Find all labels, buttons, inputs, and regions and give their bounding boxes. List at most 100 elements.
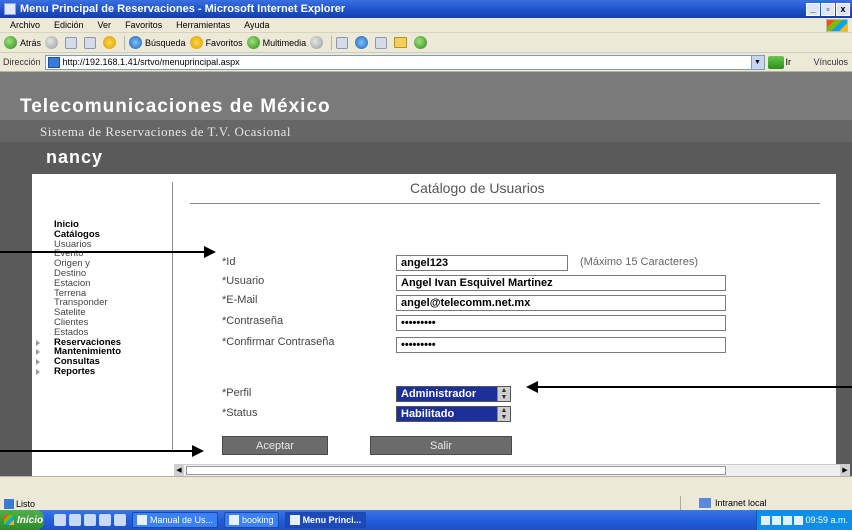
folder-icon: [229, 515, 240, 525]
scroll-thumb[interactable]: [186, 466, 726, 475]
left-frame-strip: [0, 174, 32, 476]
quick-launch-media-icon[interactable]: [84, 514, 96, 526]
favorites-label: Favoritos: [205, 37, 243, 48]
start-label: Inicio: [17, 514, 44, 526]
menu-favoritos[interactable]: Favoritos: [121, 20, 166, 30]
messenger-icon: [414, 36, 428, 49]
id-label: *Id: [222, 256, 236, 268]
browser-toolbar: Atrás Búsqueda Favoritos Multimedia: [0, 33, 852, 53]
edit-icon: [375, 36, 388, 49]
header-banner: Telecomunicaciones de México: [0, 72, 852, 120]
history-button[interactable]: [310, 36, 326, 49]
refresh-button[interactable]: [84, 36, 99, 49]
usuario-input[interactable]: Angel Ivan Esquivel Martinez: [396, 275, 726, 291]
windows-logo-icon: [826, 18, 848, 32]
favorites-button[interactable]: Favoritos: [189, 36, 243, 49]
email-input[interactable]: angel@telecomm.net.mx: [396, 295, 726, 311]
perfil-select[interactable]: Administrador ▲ ▼: [396, 386, 511, 402]
stop-button[interactable]: [65, 36, 80, 49]
links-label[interactable]: Vínculos: [813, 57, 848, 67]
folder-button[interactable]: [394, 37, 410, 48]
mail-button[interactable]: [336, 36, 351, 49]
page-done-icon: [4, 499, 14, 509]
tray-volume-icon[interactable]: [772, 515, 782, 525]
quick-launch-folder-icon[interactable]: [114, 514, 126, 526]
favorites-star-icon: [189, 36, 203, 49]
close-button[interactable]: x: [836, 2, 850, 16]
mail-icon: [336, 36, 349, 49]
taskbar-item-manual[interactable]: Manual de Us...: [132, 512, 219, 528]
menu-ver[interactable]: Ver: [94, 20, 116, 30]
menu-edicion[interactable]: Edición: [50, 20, 88, 30]
header-user-bar: nancy: [0, 142, 852, 174]
multimedia-button[interactable]: Multimedia: [246, 36, 307, 49]
home-icon: [103, 36, 117, 49]
address-dropdown-icon[interactable]: ▼: [750, 55, 764, 69]
horizontal-scrollbar[interactable]: ◀ ▶: [174, 464, 850, 476]
forward-button[interactable]: [45, 36, 61, 49]
word-doc-icon: [137, 515, 147, 525]
refresh-icon: [84, 36, 97, 49]
password-input[interactable]: •••••••••: [396, 315, 726, 331]
print-button[interactable]: [355, 36, 371, 49]
system-subtitle: Sistema de Reservaciones de T.V. Ocasion…: [40, 124, 291, 139]
go-button[interactable]: Ir: [767, 55, 791, 69]
email-label: *E-Mail: [222, 294, 258, 306]
task-label: Manual de Us...: [150, 515, 214, 525]
messenger-button[interactable]: [414, 36, 430, 49]
taskbar-item-menu-principal[interactable]: Menu Princi...: [284, 512, 367, 528]
id-max-length-hint: (Máximo 15 Caracteres): [580, 256, 698, 268]
confirm-password-input[interactable]: •••••••••: [396, 337, 726, 353]
back-button[interactable]: Atrás: [4, 36, 41, 49]
quick-launch: [54, 514, 126, 526]
status-select[interactable]: Habilitado ▲ ▼: [396, 406, 511, 422]
window-title: Menu Principal de Reservaciones - Micros…: [20, 3, 346, 15]
maximize-button[interactable]: ▫: [821, 2, 835, 16]
quick-launch-messenger-icon[interactable]: [99, 514, 111, 526]
sidebar-item-reportes[interactable]: Reportes: [36, 367, 172, 377]
address-url: http://192.168.1.41/srtvo/menuprincipal.…: [62, 57, 240, 67]
scroll-left-icon[interactable]: ◀: [174, 465, 184, 476]
page-content: Telecomunicaciones de México Sistema de …: [0, 72, 852, 476]
toolbar-separator: [124, 35, 126, 50]
menu-herramientas[interactable]: Herramientas: [172, 20, 234, 30]
print-icon: [355, 36, 369, 49]
search-icon: [129, 36, 143, 49]
toolbar-separator: [331, 35, 333, 50]
exit-button[interactable]: Salir: [370, 436, 512, 455]
tray-antivirus-icon[interactable]: [783, 515, 793, 525]
status-bar: Listo Intranet local: [0, 476, 852, 510]
history-icon: [310, 36, 324, 49]
forward-arrow-icon: [45, 36, 59, 49]
back-arrow-icon: [4, 36, 17, 49]
scroll-right-icon[interactable]: ▶: [840, 465, 850, 476]
address-bar: Dirección http://192.168.1.41/srtvo/menu…: [0, 53, 852, 72]
address-input[interactable]: http://192.168.1.41/srtvo/menuprincipal.…: [44, 54, 765, 70]
multimedia-icon: [246, 36, 260, 49]
search-button[interactable]: Búsqueda: [129, 36, 186, 49]
menu-ayuda[interactable]: Ayuda: [240, 20, 273, 30]
quick-launch-desktop-icon[interactable]: [69, 514, 81, 526]
start-button[interactable]: Inicio: [0, 510, 44, 530]
multimedia-label: Multimedia: [262, 37, 307, 48]
tray-messenger-icon[interactable]: [794, 515, 804, 525]
quick-launch-ie-icon[interactable]: [54, 514, 66, 526]
sidebar-nav: Inicio Catálogos Usuarios Evento Origen …: [32, 220, 172, 377]
back-label: Atrás: [20, 37, 42, 48]
perfil-label: *Perfil: [222, 387, 252, 399]
edit-button[interactable]: [375, 36, 390, 49]
status-text: Listo: [16, 499, 36, 509]
accept-button[interactable]: Aceptar: [222, 436, 328, 455]
menu-archivo[interactable]: Archivo: [6, 20, 44, 30]
taskbar-item-booking[interactable]: booking: [224, 512, 279, 528]
header-subtitle-bar: Sistema de Reservaciones de T.V. Ocasion…: [0, 120, 852, 142]
perfil-spinner-icon[interactable]: ▲ ▼: [497, 387, 510, 401]
taskbar: Inicio Manual de Us... booking Menu Prin…: [0, 510, 852, 530]
status-spinner-icon[interactable]: ▲ ▼: [497, 407, 510, 421]
usuario-label: *Usuario: [222, 275, 265, 287]
home-button[interactable]: [103, 36, 119, 49]
minimize-button[interactable]: _: [806, 2, 820, 16]
confirm-password-label: *Confirmar Contraseña: [222, 336, 335, 348]
id-input[interactable]: angel123: [396, 255, 568, 271]
tray-network-icon[interactable]: [761, 515, 771, 525]
